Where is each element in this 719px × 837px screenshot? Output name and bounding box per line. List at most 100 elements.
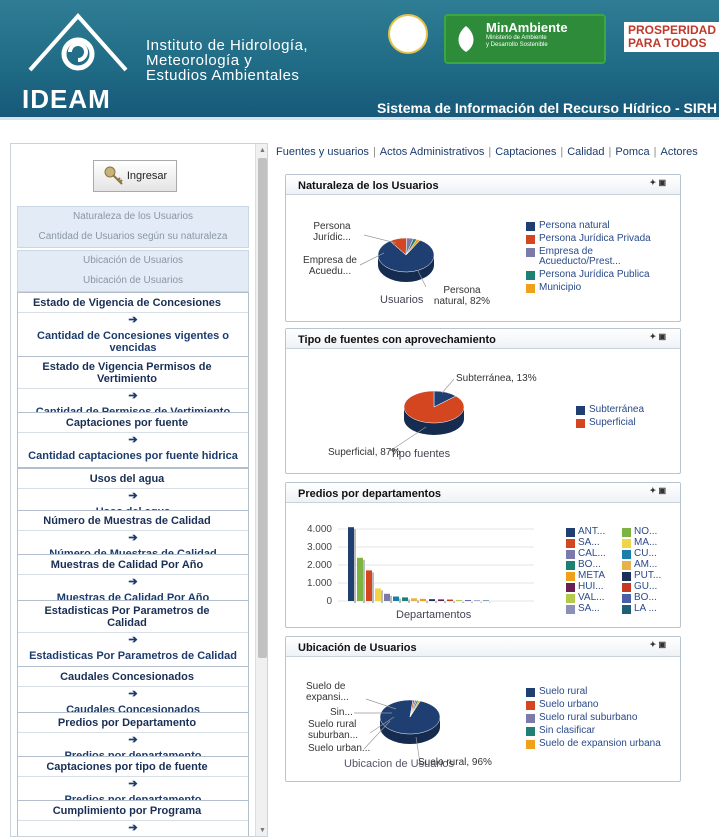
legend-swatch bbox=[566, 582, 575, 592]
legend-swatch bbox=[526, 271, 535, 280]
bar[interactable] bbox=[402, 597, 408, 601]
legend-item[interactable]: CU... bbox=[622, 549, 678, 559]
panel-controls-icon[interactable]: ✦ ▣ bbox=[650, 486, 666, 495]
legend-label: Suelo de expansion urbana bbox=[539, 738, 661, 749]
sidebar-scrollbar[interactable]: ▲ ▼ bbox=[255, 144, 267, 836]
bar[interactable] bbox=[420, 598, 426, 601]
sidebar-menu-header[interactable]: Captaciones por fuente bbox=[18, 413, 248, 433]
sidebar-menu-header[interactable]: Estado de Vigencia de Concesiones bbox=[18, 293, 248, 313]
arrow-right-icon[interactable]: ➔ bbox=[128, 822, 137, 834]
sidebar-menu-header[interactable]: Captaciones por tipo de fuente bbox=[18, 757, 248, 777]
sidebar-menu-header[interactable]: Usos del agua bbox=[18, 469, 248, 489]
panel-controls-icon[interactable]: ✦ ▣ bbox=[650, 178, 666, 187]
tab-calidad[interactable]: Calidad bbox=[567, 146, 604, 158]
legend-item[interactable]: HUI... bbox=[566, 582, 622, 592]
scrollbar-thumb[interactable] bbox=[258, 158, 267, 658]
arrow-right-icon[interactable]: ➔ bbox=[128, 434, 137, 446]
arrow-right-icon[interactable]: ➔ bbox=[128, 532, 137, 544]
tab-captaciones[interactable]: Captaciones bbox=[495, 146, 556, 158]
slice-label: Suelo rural suburban... bbox=[308, 719, 359, 741]
legend-item[interactable]: NO... bbox=[622, 527, 678, 537]
bar[interactable] bbox=[393, 596, 399, 602]
legend-item[interactable]: GU... bbox=[622, 582, 678, 592]
chart-center-label: Tipo fuentes bbox=[390, 448, 451, 460]
sidebar-link[interactable]: Naturaleza de los Usuarios bbox=[18, 207, 248, 227]
bar[interactable] bbox=[474, 600, 480, 601]
panel-body: Persona Jurídic... Empresa de Acuedu... … bbox=[286, 195, 680, 321]
scroll-up-icon[interactable]: ▲ bbox=[256, 144, 267, 158]
legend-item[interactable]: ANT... bbox=[566, 527, 622, 537]
arrow-right-icon[interactable]: ➔ bbox=[128, 734, 137, 746]
legend-item[interactable]: Suelo de expansion urbana bbox=[526, 739, 676, 749]
arrow-right-icon[interactable]: ➔ bbox=[128, 634, 137, 646]
legend-item[interactable]: AM... bbox=[622, 560, 678, 570]
legend-item[interactable]: BO... bbox=[622, 593, 678, 603]
tab-fuentes[interactable]: Fuentes y usuarios bbox=[276, 146, 369, 158]
legend-item[interactable]: VAL... bbox=[566, 593, 622, 603]
legend-item[interactable]: Subterránea bbox=[576, 405, 676, 415]
panel-tipo-fuentes: Tipo de fuentes con aprovechamiento ✦ ▣ S… bbox=[285, 328, 681, 474]
arrow-right-icon[interactable]: ➔ bbox=[128, 490, 137, 502]
login-label: Ingresar bbox=[126, 170, 168, 182]
legend-item[interactable]: Suelo urbano bbox=[526, 700, 676, 710]
legend-item[interactable]: SA... bbox=[566, 604, 622, 614]
legend-item[interactable]: Municipio bbox=[526, 283, 674, 293]
bar[interactable] bbox=[384, 593, 390, 601]
bar[interactable] bbox=[366, 570, 372, 601]
legend-item[interactable]: LA ... bbox=[622, 604, 678, 614]
arrow-right-icon[interactable]: ➔ bbox=[128, 688, 137, 700]
legend-item[interactable]: Empresa de Acueducto/Prest... bbox=[526, 247, 674, 267]
bar[interactable] bbox=[357, 557, 363, 601]
panel-controls-icon[interactable]: ✦ ▣ bbox=[650, 332, 666, 341]
scroll-down-icon[interactable]: ▼ bbox=[256, 824, 267, 836]
sidebar-menu-link[interactable]: Cantidad de Concesiones vigentes o venci… bbox=[18, 326, 248, 359]
legend-label: BO... bbox=[634, 592, 657, 603]
sidebar-menu-header[interactable]: Caudales Concesionados bbox=[18, 667, 248, 687]
bar[interactable] bbox=[438, 599, 444, 601]
legend-item[interactable]: Suelo rural suburbano bbox=[526, 713, 676, 723]
legend-item[interactable]: MA... bbox=[622, 538, 678, 548]
panel-header: Tipo de fuentes con aprovechamiento ✦ ▣ bbox=[286, 329, 680, 349]
legend-item[interactable]: Suelo rural bbox=[526, 687, 676, 697]
sidebar-menu-header[interactable]: Predios por Departamento bbox=[18, 713, 248, 733]
sidebar-link[interactable]: Cantidad de Usuarios según su naturaleza bbox=[18, 227, 248, 247]
legend-label: LA ... bbox=[634, 603, 657, 614]
legend-item[interactable]: CAL... bbox=[566, 549, 622, 559]
sidebar-link[interactable]: Ubicación de Usuarios bbox=[18, 271, 248, 291]
legend-item[interactable]: SA... bbox=[566, 538, 622, 548]
bar[interactable] bbox=[411, 598, 417, 601]
sidebar-menu-header[interactable]: Número de Muestras de Calidad bbox=[18, 511, 248, 531]
bar[interactable] bbox=[429, 599, 435, 601]
sidebar-menu-link[interactable]: Estadisticas Por Parametros de Calidad bbox=[18, 646, 248, 667]
sidebar-menu-link[interactable]: Cantidad captaciones por fuente hidrica bbox=[18, 446, 248, 467]
legend-item[interactable]: BO... bbox=[566, 560, 622, 570]
sidebar-link[interactable]: Ubicación de Usuarios bbox=[18, 251, 248, 271]
sidebar-menu-header[interactable]: Estado de Vigencia Permisos de Vertimien… bbox=[18, 357, 248, 389]
legend-item[interactable]: Sin clasificar bbox=[526, 726, 676, 736]
arrow-right-icon[interactable]: ➔ bbox=[128, 778, 137, 790]
chart-legend: Persona natural Persona Jurídica Privada E… bbox=[526, 221, 674, 296]
sidebar-menu-header[interactable]: Cumplimiento por Programa bbox=[18, 801, 248, 821]
legend-item[interactable]: Superficial bbox=[576, 418, 676, 428]
legend-item[interactable]: META bbox=[566, 571, 622, 581]
bar[interactable] bbox=[447, 599, 453, 601]
bar[interactable] bbox=[348, 527, 354, 601]
legend-item[interactable]: Persona Jurídica Publica bbox=[526, 270, 674, 280]
tab-pomca[interactable]: Pomca bbox=[615, 146, 649, 158]
sidebar-menu-header[interactable]: Muestras de Calidad Por Año bbox=[18, 555, 248, 575]
arrow-right-icon[interactable]: ➔ bbox=[128, 390, 137, 402]
legend-item[interactable]: Persona natural bbox=[526, 221, 674, 231]
legend-item[interactable]: Persona Jurídica Privada bbox=[526, 234, 674, 244]
legend-item[interactable]: PUT... bbox=[622, 571, 678, 581]
sidebar-menu-header[interactable]: Estadisticas Por Parametros de Calidad bbox=[18, 601, 248, 633]
arrow-right-icon[interactable]: ➔ bbox=[128, 314, 137, 326]
tab-actores[interactable]: Actores bbox=[661, 146, 698, 158]
panel-controls-icon[interactable]: ✦ ▣ bbox=[650, 640, 666, 649]
bar[interactable] bbox=[465, 600, 471, 601]
login-button[interactable]: Ingresar bbox=[93, 160, 177, 192]
bar[interactable] bbox=[456, 599, 462, 601]
bar[interactable] bbox=[375, 588, 381, 601]
tab-actos[interactable]: Actos Administrativos bbox=[380, 146, 485, 158]
bar[interactable] bbox=[483, 600, 489, 601]
arrow-right-icon[interactable]: ➔ bbox=[128, 576, 137, 588]
